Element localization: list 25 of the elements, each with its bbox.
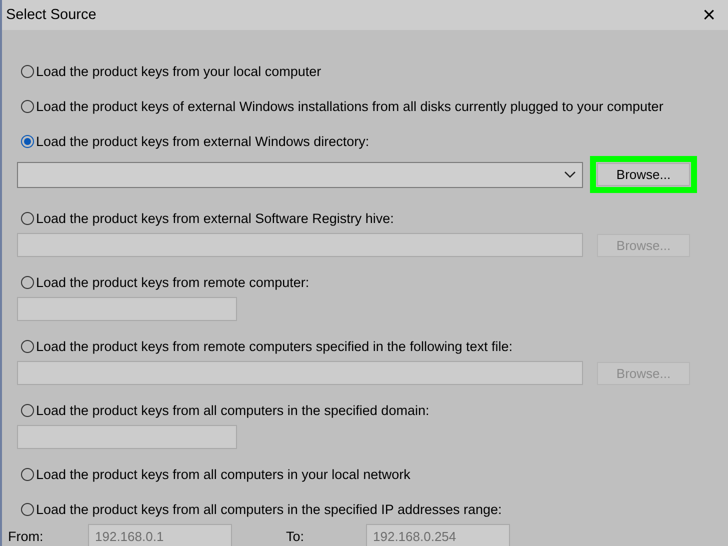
option-label: Load the product keys from external Software Registry hive: — [36, 210, 394, 226]
radio-button[interactable] — [21, 134, 34, 148]
radio-button[interactable] — [21, 502, 34, 516]
from-label: From: — [7, 528, 44, 544]
to-label: To: — [285, 528, 306, 544]
radio-button[interactable] — [21, 276, 34, 288]
option-label: Load the product keys from all computers in the specified IP addresses range: — [36, 502, 502, 516]
radio-button[interactable] — [21, 340, 34, 352]
window-title: Select Source — [6, 7, 96, 23]
option-label: Load the product keys from remote computer: — [36, 274, 310, 290]
option-label: Load the product keys of external Windows installations from all disks currently plugged to your computer — [36, 98, 664, 114]
option-label: Load the product keys from remote computers specified in the following text file: — [36, 338, 512, 354]
radio-button[interactable] — [21, 64, 34, 78]
option-label: Load the product keys from your local computer — [36, 64, 322, 78]
close-button[interactable]: × — [698, 4, 720, 26]
chevron-down-icon[interactable] — [564, 170, 576, 178]
option-label: Load the product keys from external Windows directory: — [36, 134, 370, 148]
radio-button[interactable] — [21, 212, 34, 224]
browse-button[interactable]: Browse... — [597, 163, 690, 186]
dropdown-field[interactable] — [17, 162, 583, 188]
radio-button[interactable] — [21, 468, 34, 480]
radio-button[interactable] — [21, 404, 34, 416]
option-label: Load the product keys from all computers in the specified domain: — [36, 402, 430, 418]
option-label: Load the product keys from all computers in your local network — [36, 466, 410, 482]
radio-button[interactable] — [21, 100, 34, 112]
